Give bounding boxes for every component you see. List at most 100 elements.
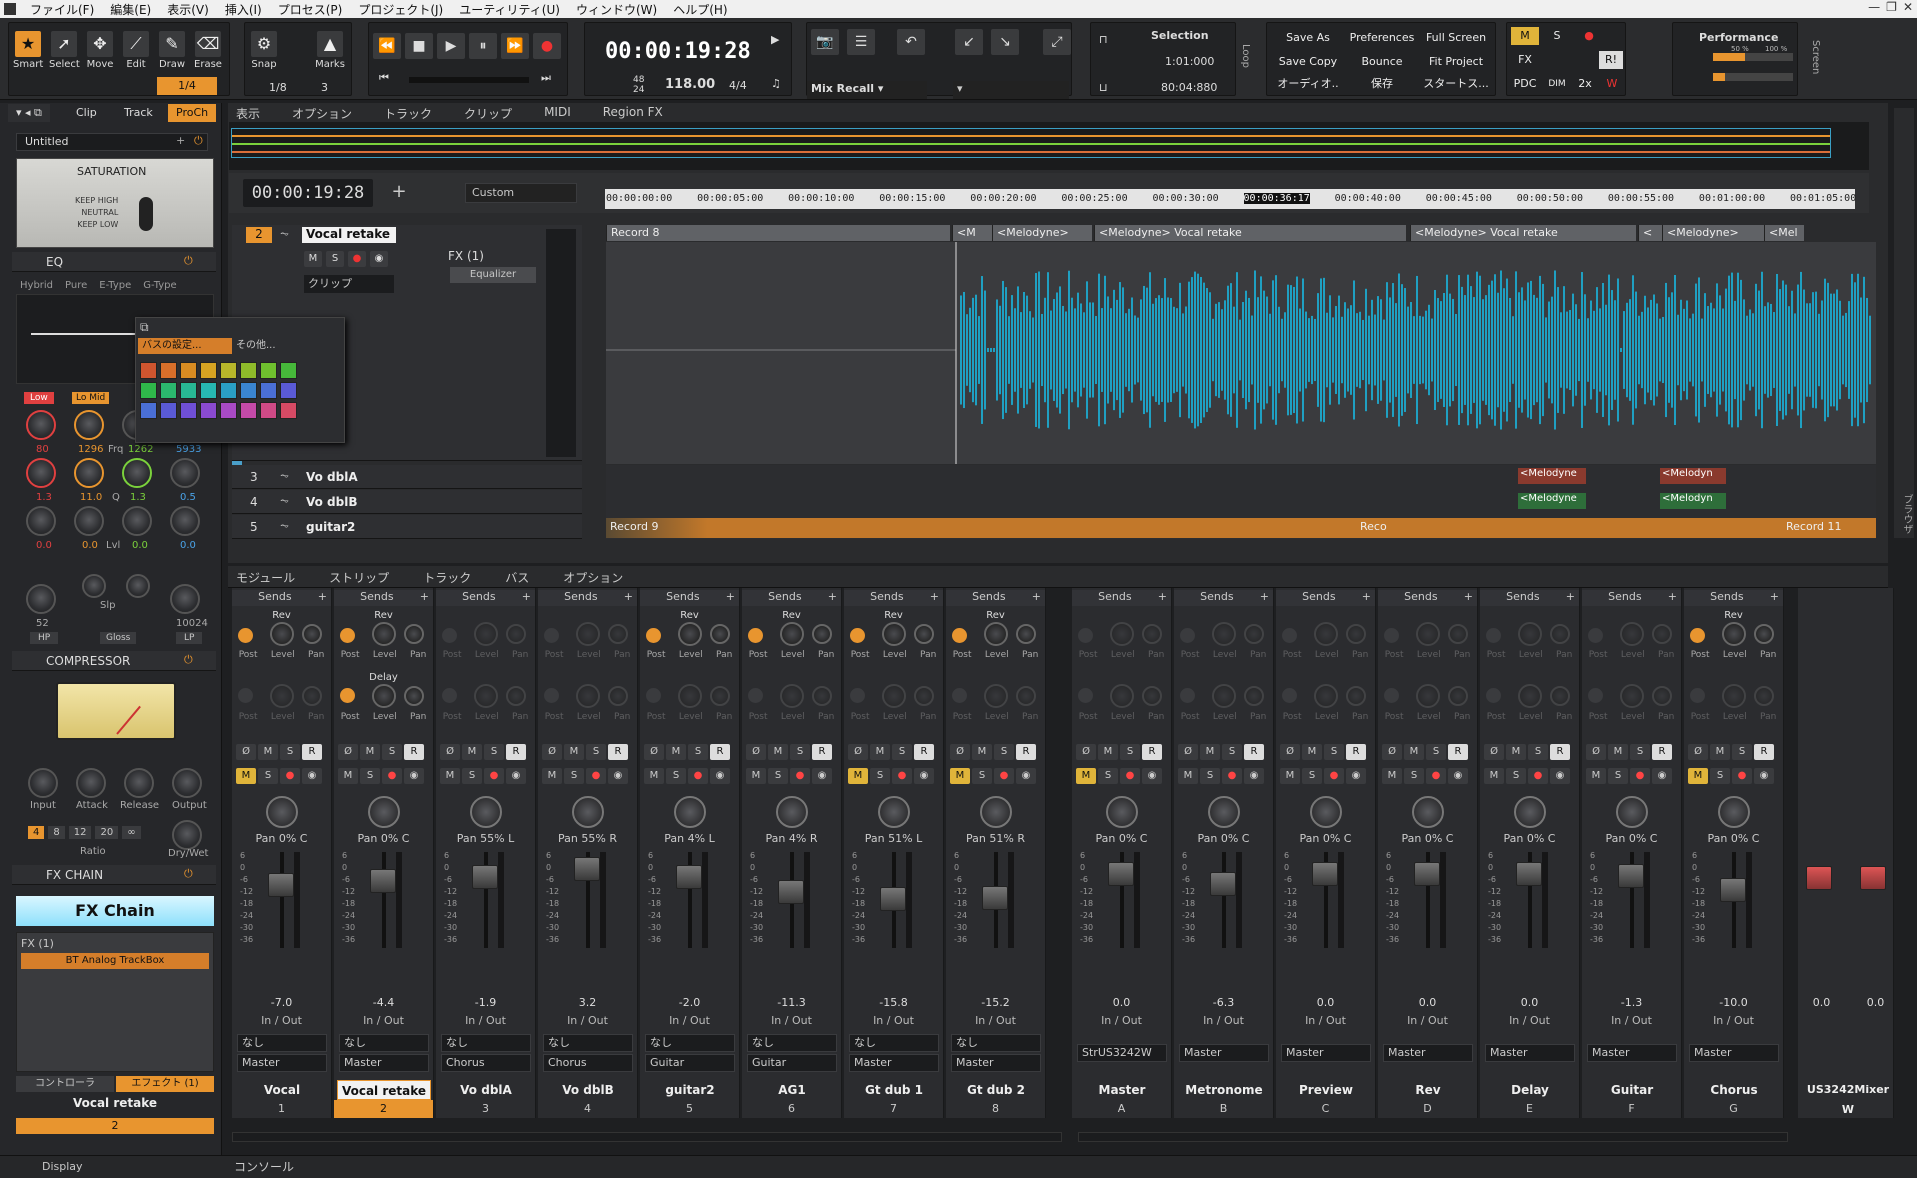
compressor-input-knob[interactable] [28,768,58,798]
add-send-icon[interactable]: + [1158,590,1167,603]
read-automation-button[interactable]: R [506,744,526,760]
send-enable-dot[interactable] [1078,628,1093,643]
solo-button[interactable]: S [280,744,300,760]
track-name-2[interactable]: Vocal retake [302,227,396,243]
phase-button[interactable]: Ø [950,744,970,760]
console-scrollbar-tracks[interactable] [232,1132,1062,1142]
send2-pan-knob[interactable] [710,686,730,706]
compressor-power-icon[interactable]: ⏻ [184,653,193,667]
solo-button[interactable]: S [1222,744,1242,760]
volume-value[interactable]: 0.0 [1072,996,1171,1009]
color-swatch[interactable] [180,362,197,379]
tempo-value[interactable]: 118.00 [665,77,715,92]
input-echo-button[interactable]: ◉ [914,768,934,784]
send-level-knob[interactable] [1722,622,1746,646]
selection-start[interactable]: 1:01:000 [1165,55,1214,68]
send2-level-knob[interactable] [576,684,600,708]
selection-end[interactable]: 80:04:880 [1161,81,1217,94]
solo-button[interactable]: S [994,744,1014,760]
mute-toggle[interactable]: M [1076,768,1096,784]
output-select[interactable]: Chorus [543,1054,633,1072]
send-enable-dot[interactable] [1690,628,1705,643]
color-swatch[interactable] [220,382,237,399]
add-send-icon[interactable]: + [1770,590,1779,603]
menu-help[interactable]: ヘルプ(H) [665,1,735,18]
record-arm-button[interactable]: ● [892,768,912,784]
send2-level-knob[interactable] [270,684,294,708]
track-name-3[interactable]: Vo dblA [306,470,358,484]
send-enable-dot[interactable] [1486,628,1501,643]
mute-toggle[interactable]: M [440,768,460,784]
color-swatch[interactable] [220,402,237,419]
eq-low-gain-knob[interactable] [26,506,56,536]
sends-header[interactable]: Sends + [1276,590,1375,606]
volume-fader[interactable] [676,864,702,889]
pan-knob[interactable] [1514,796,1546,828]
mute-all-button[interactable]: M [1511,27,1539,45]
compressor-attack-knob[interactable] [76,768,106,798]
phase-button[interactable]: Ø [746,744,766,760]
output-select[interactable]: Guitar [747,1054,837,1072]
send2-pan-knob[interactable] [506,686,526,706]
mute-button[interactable]: M [768,744,788,760]
add-send-icon[interactable]: + [1464,590,1473,603]
pan-knob[interactable] [1412,796,1444,828]
sends-header[interactable]: Sends + [334,590,433,606]
send-level-knob[interactable] [984,622,1008,646]
volume-value[interactable]: -15.8 [844,996,943,1009]
send-level-knob[interactable] [882,622,906,646]
volume-fader[interactable] [574,856,600,881]
sends-header[interactable]: Sends + [436,590,535,606]
solo-toggle[interactable]: S [1302,768,1322,784]
color-swatch[interactable] [140,362,157,379]
send2-enable-dot[interactable] [1486,688,1501,703]
color-swatch[interactable] [280,362,297,379]
send-pan-knob[interactable] [1652,624,1672,644]
record-arm-button[interactable]: ● [484,768,504,784]
menu-process[interactable]: プロセス(P) [270,1,351,18]
read-automation-button[interactable]: R [1346,744,1366,760]
phase-button[interactable]: Ø [338,744,358,760]
solo-button[interactable]: S [382,744,402,760]
send-level-knob[interactable] [576,622,600,646]
input-select[interactable]: なし [849,1034,939,1052]
send2-enable-dot[interactable] [1180,688,1195,703]
smart-tool[interactable]: ★ Smart [13,31,43,70]
send2-pan-knob[interactable] [1550,686,1570,706]
clip-vo-dblb-1[interactable]: <Melodyne [1518,493,1586,509]
solo-button[interactable]: S [1528,744,1548,760]
expand-button[interactable]: ⤢ [1043,29,1071,55]
marks-button[interactable]: ▲ Marks [315,31,345,70]
eq-mode-hybrid[interactable]: Hybrid [20,280,53,291]
mute-toggle[interactable]: M [644,768,664,784]
strip-name[interactable]: Master [1075,1080,1169,1100]
sends-header[interactable]: Sends + [844,590,943,606]
minimize-icon[interactable]: — [1868,0,1880,14]
record-arm-button[interactable]: ● [994,768,1014,784]
volume-fader[interactable] [1210,871,1236,896]
go-start-icon[interactable]: ⏮ [379,71,389,85]
track-name-5[interactable]: guitar2 [306,520,355,534]
go-end-icon[interactable]: ⏭ [541,71,551,85]
color-swatch[interactable] [140,402,157,419]
send2-level-knob[interactable] [1110,684,1134,708]
mute-toggle[interactable]: M [746,768,766,784]
rewind-button[interactable]: ⏪ [373,33,401,59]
record-arm-button[interactable]: ● [280,768,300,784]
save-as-button[interactable]: Save As [1273,29,1343,47]
fx-plugin-trackbox[interactable]: BT Analog TrackBox [21,953,209,969]
eq-hp-knob[interactable] [26,584,56,614]
record-arm-button[interactable]: ● [1120,768,1140,784]
color-swatch[interactable] [200,362,217,379]
record-arm-button[interactable]: ● [1426,768,1446,784]
read-automation-button[interactable]: R [404,744,424,760]
send2-enable-dot[interactable] [646,688,661,703]
sends-header[interactable]: Sends + [232,590,331,606]
fxchain-power-icon[interactable]: ⏻ [184,867,193,881]
clip-area[interactable] [606,242,1876,464]
compressor-drywet-knob[interactable] [172,820,202,850]
color-swatch[interactable] [200,402,217,419]
input-echo-button[interactable]: ◉ [1244,768,1264,784]
console-menu-strips[interactable]: ストリップ [329,569,389,586]
send-pan-knob[interactable] [1754,624,1774,644]
